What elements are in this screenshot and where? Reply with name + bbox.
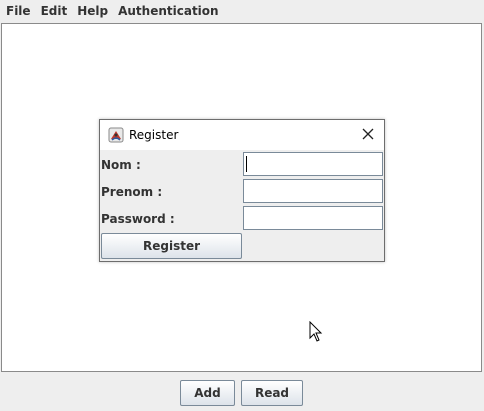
menu-help[interactable]: Help	[72, 0, 113, 22]
register-button[interactable]: Register	[101, 233, 242, 259]
menu-bar: File Edit Help Authentication	[0, 0, 484, 22]
close-icon[interactable]	[360, 126, 376, 142]
text-caret	[246, 156, 247, 172]
password-field[interactable]	[243, 206, 383, 230]
password-label: Password :	[101, 212, 175, 226]
java-app-icon	[108, 127, 124, 143]
menu-edit[interactable]: Edit	[36, 0, 73, 22]
menu-authentication[interactable]: Authentication	[113, 0, 224, 22]
nom-field[interactable]	[243, 152, 383, 176]
nom-label: Nom :	[101, 158, 141, 172]
dialog-titlebar[interactable]: Register	[100, 120, 384, 150]
dialog-title: Register	[129, 128, 179, 142]
bottom-button-bar: Add Read	[0, 373, 484, 411]
menu-file[interactable]: File	[0, 0, 36, 22]
read-button[interactable]: Read	[241, 380, 303, 406]
add-button[interactable]: Add	[180, 380, 235, 406]
prenom-field[interactable]	[243, 179, 383, 203]
register-dialog: Register Nom : Prenom : Password : Regis…	[99, 119, 385, 262]
mouse-pointer-icon	[309, 321, 323, 342]
prenom-label: Prenom :	[101, 185, 163, 199]
